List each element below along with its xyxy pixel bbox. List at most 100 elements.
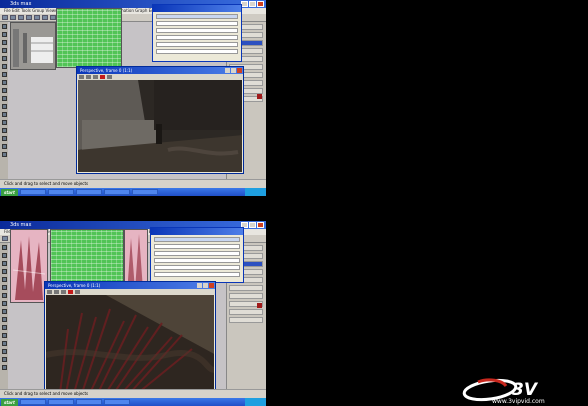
tool-icon[interactable]: [1, 245, 7, 250]
render-icon[interactable]: [47, 290, 52, 294]
color-swatch[interactable]: [257, 303, 262, 308]
taskbar-item[interactable]: [103, 399, 130, 405]
tool-icon[interactable]: [42, 15, 48, 20]
close-icon[interactable]: [257, 222, 264, 228]
tool-icon[interactable]: [1, 120, 7, 125]
tool-icon[interactable]: [1, 112, 7, 117]
render-icon[interactable]: [54, 290, 59, 294]
close-icon[interactable]: [257, 1, 264, 7]
tool-icon[interactable]: [26, 15, 32, 20]
system-tray: [245, 398, 265, 406]
minimize-icon[interactable]: [225, 68, 230, 73]
minimize-icon[interactable]: [241, 1, 248, 7]
taskbar-item[interactable]: [19, 189, 46, 195]
tool-icon[interactable]: [1, 285, 7, 290]
tool-icon[interactable]: [1, 24, 7, 29]
watermark-url: www.3vipvid.com: [492, 398, 545, 405]
left-toolstrip: [0, 22, 8, 180]
tool-icon[interactable]: [1, 357, 7, 362]
taskbar-item[interactable]: [47, 189, 74, 195]
taskbar-item[interactable]: [103, 189, 130, 195]
tool-icon[interactable]: [1, 333, 7, 338]
color-swatch[interactable]: [257, 94, 262, 99]
taskbar-item[interactable]: [47, 399, 74, 405]
render-window-title: Perspective, frame 0 (1:1): [77, 67, 243, 74]
tool-icon[interactable]: [1, 104, 7, 109]
maximize-icon[interactable]: [231, 68, 236, 73]
maximize-icon[interactable]: [249, 1, 256, 7]
minimize-icon[interactable]: [197, 283, 202, 288]
close-icon[interactable]: [209, 283, 214, 288]
taskbar-item[interactable]: [131, 189, 158, 195]
render-frame-window: Perspective, frame 0 (1:1): [76, 66, 244, 174]
render-setup-dialog: [152, 4, 242, 62]
tool-icon[interactable]: [1, 136, 7, 141]
tool-icon[interactable]: [1, 269, 7, 274]
tool-icon[interactable]: [1, 64, 7, 69]
taskbar-item[interactable]: [19, 399, 46, 405]
status-bar: Click and drag to select and move object…: [0, 179, 265, 188]
tool-icon[interactable]: [1, 88, 7, 93]
render-icon[interactable]: [100, 75, 105, 79]
start-button[interactable]: start: [1, 188, 18, 196]
tool-icon[interactable]: [18, 15, 24, 20]
screenshot-panel-4: 3ds max File Edit Tools Group Views Crea…: [0, 221, 265, 406]
taskbar-item[interactable]: [75, 399, 102, 405]
tool-icon[interactable]: [1, 48, 7, 53]
tool-icon[interactable]: [1, 152, 7, 157]
maximize-icon[interactable]: [203, 283, 208, 288]
tool-icon[interactable]: [1, 72, 7, 77]
left-toolstrip: [0, 243, 8, 390]
app-title: 3ds max: [10, 222, 32, 228]
tool-icon[interactable]: [1, 80, 7, 85]
tool-icon[interactable]: [1, 253, 7, 258]
render-icon[interactable]: [75, 290, 80, 294]
tool-icon[interactable]: [2, 15, 8, 20]
tool-icon[interactable]: [1, 128, 7, 133]
tool-icon[interactable]: [1, 317, 7, 322]
close-icon[interactable]: [237, 68, 242, 73]
tool-icon[interactable]: [1, 301, 7, 306]
render-icon[interactable]: [61, 290, 66, 294]
watermark-logo-letters: 3V: [512, 380, 539, 400]
tool-icon[interactable]: [1, 96, 7, 101]
tool-icon[interactable]: [1, 277, 7, 282]
render-icon[interactable]: [68, 290, 73, 294]
tool-icon[interactable]: [34, 15, 40, 20]
viewport-front[interactable]: [10, 22, 56, 70]
start-button[interactable]: start: [1, 398, 18, 406]
tool-icon[interactable]: [1, 32, 7, 37]
render-image: [46, 295, 214, 391]
tool-icon[interactable]: [1, 40, 7, 45]
tool-icon[interactable]: [1, 144, 7, 149]
tool-icon[interactable]: [1, 325, 7, 330]
viewport-top[interactable]: [56, 8, 122, 68]
app-title: 3ds max: [10, 1, 32, 7]
tool-icon[interactable]: [1, 365, 7, 370]
tool-icon[interactable]: [10, 15, 16, 20]
tool-icon[interactable]: [2, 236, 8, 241]
tool-icon[interactable]: [1, 341, 7, 346]
tool-icon[interactable]: [1, 349, 7, 354]
render-icon[interactable]: [107, 75, 112, 79]
render-icon[interactable]: [86, 75, 91, 79]
viewport-top[interactable]: [10, 229, 48, 303]
tool-icon[interactable]: [1, 309, 7, 314]
status-bar: Click and drag to select and move object…: [0, 389, 265, 398]
system-tray: [245, 188, 265, 196]
tool-icon[interactable]: [1, 56, 7, 61]
render-window-title: Perspective, frame 0 (1:1): [45, 282, 215, 289]
screenshot-panel-2: 3ds max File Edit Tools Group Views Crea…: [0, 0, 265, 196]
tool-icon[interactable]: [1, 261, 7, 266]
render-icon[interactable]: [79, 75, 84, 79]
watermark-logo: 3V www.3vipvid.com: [458, 376, 588, 406]
maximize-icon[interactable]: [249, 222, 256, 228]
render-image: [78, 80, 242, 172]
viewport-front[interactable]: [50, 229, 124, 285]
taskbar: start: [0, 398, 265, 406]
render-frame-window: Perspective, frame 0 (1:1): [44, 281, 216, 393]
taskbar-item[interactable]: [75, 189, 102, 195]
tool-icon[interactable]: [1, 293, 7, 298]
render-icon[interactable]: [93, 75, 98, 79]
taskbar: start: [0, 188, 265, 196]
